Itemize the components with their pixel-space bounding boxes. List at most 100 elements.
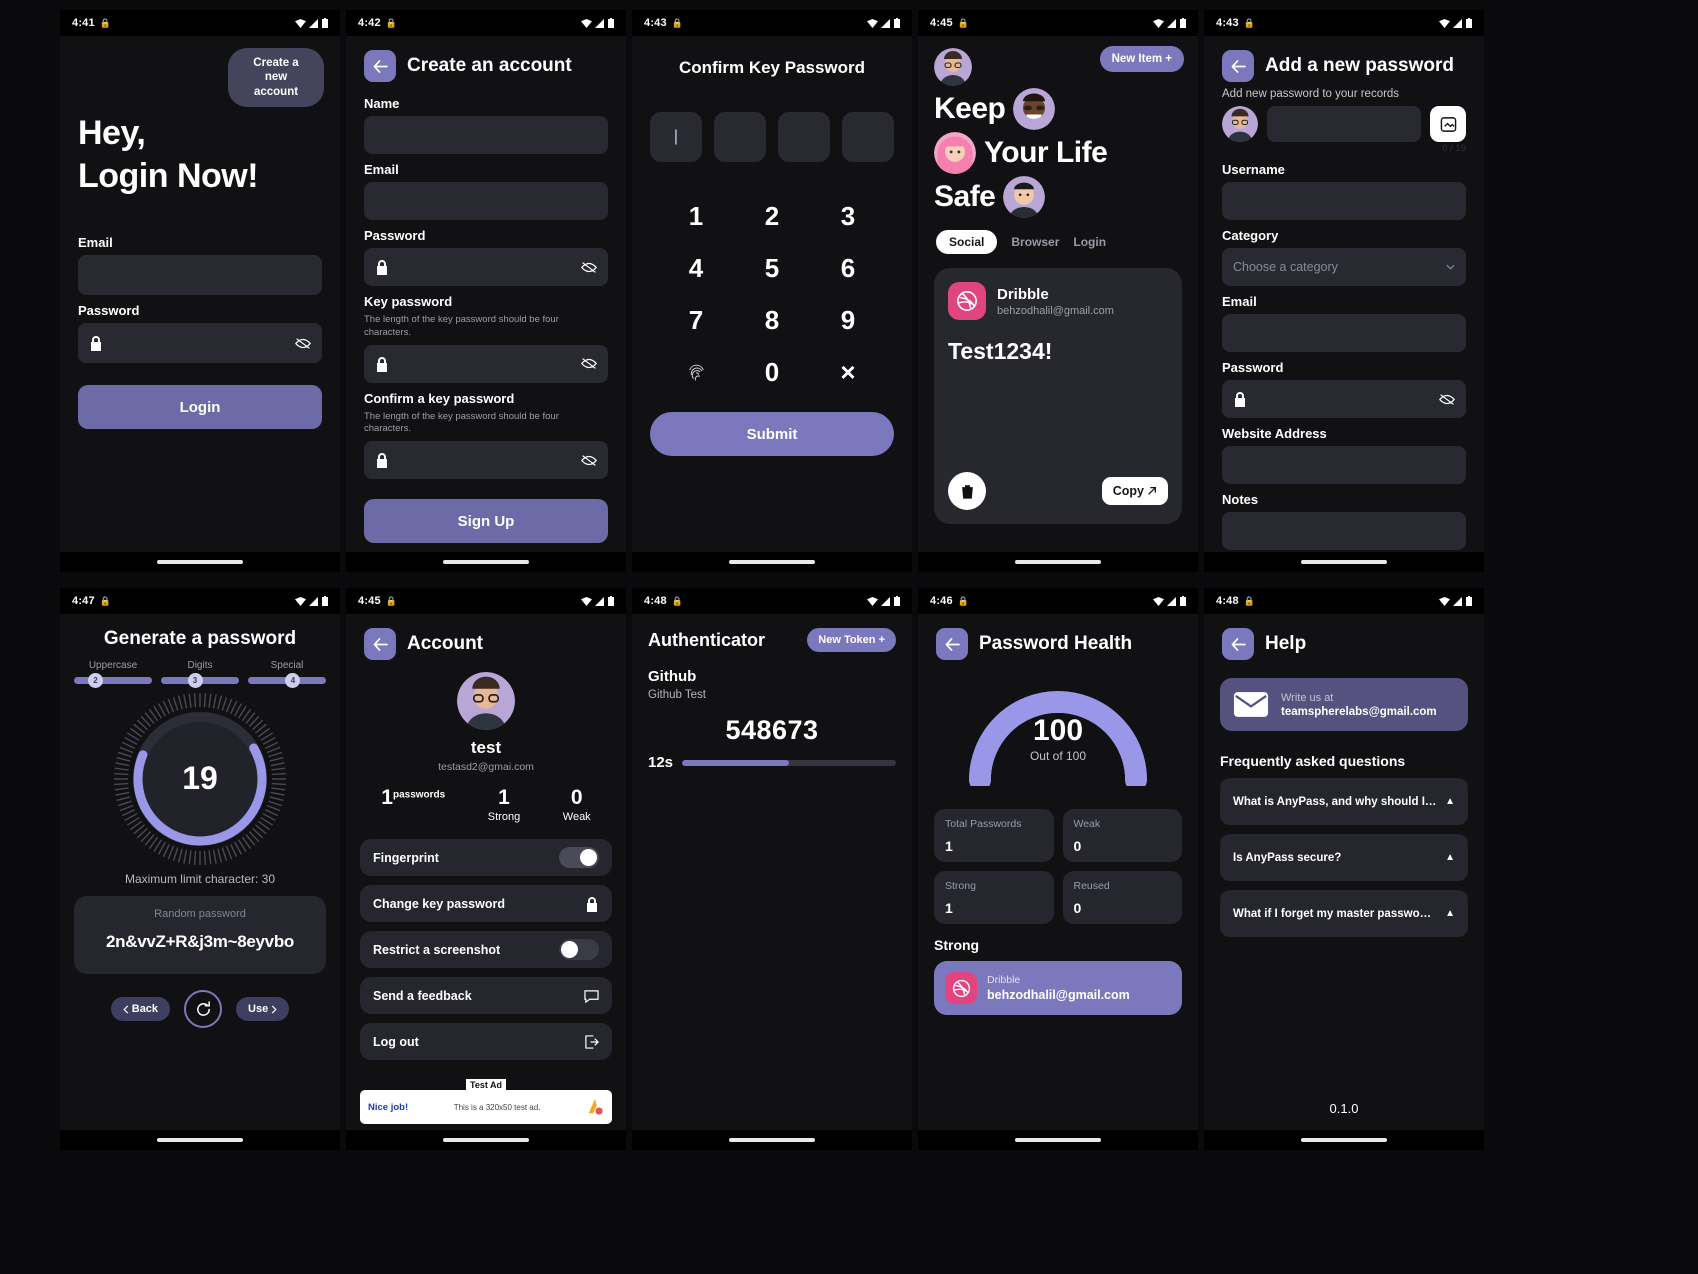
key-0[interactable]: 0 (734, 346, 810, 398)
otp-cell[interactable] (842, 112, 894, 162)
new-token-button[interactable]: New Token + (807, 628, 896, 652)
backspace-icon[interactable]: × (810, 346, 886, 398)
password-card[interactable]: Dribble behzodhalil@gmail.com Test1234! … (934, 268, 1182, 524)
eye-off-icon[interactable] (581, 454, 597, 467)
strong-entry-texts: Dribble behzodhalil@gmail.com (987, 974, 1130, 1002)
strong-entry-email: behzodhalil@gmail.com (987, 988, 1130, 1002)
back-button[interactable] (936, 628, 968, 660)
slider-digits[interactable]: Digits 3 (161, 660, 239, 688)
setting-fingerprint[interactable]: Fingerprint (360, 839, 612, 876)
email-label: Email (364, 162, 399, 177)
slider-knob[interactable]: 2 (88, 673, 104, 688)
key-9[interactable]: 9 (810, 294, 886, 346)
screen-help: 4:48 🔒 Help Write us at teamspherelabs@g… (1204, 588, 1484, 1150)
email-input[interactable] (1222, 314, 1466, 352)
chevron-up-icon[interactable]: ▲ (1445, 796, 1455, 807)
slider-uppercase[interactable]: Uppercase 2 (74, 660, 152, 688)
confirm-key-input[interactable] (364, 441, 608, 480)
message-icon (584, 989, 599, 1003)
copy-button[interactable]: Copy (1101, 477, 1168, 505)
new-item-button[interactable]: New Item + (1099, 46, 1184, 72)
use-button[interactable]: Use (236, 997, 290, 1021)
setting-send-feedback[interactable]: Send a feedback (360, 977, 612, 1014)
pick-icon-button[interactable] (1430, 106, 1466, 142)
screenshot-toggle[interactable] (559, 939, 599, 960)
tab-browser[interactable]: Browser (1011, 235, 1059, 249)
slider-knob[interactable]: 4 (285, 673, 301, 688)
back-button[interactable] (1222, 50, 1254, 82)
slider-track[interactable]: 4 (248, 673, 326, 688)
home-indicator (346, 1130, 626, 1150)
key-3[interactable]: 3 (810, 190, 886, 242)
notes-input[interactable] (1222, 512, 1466, 550)
slider-special[interactable]: Special 4 (248, 660, 326, 688)
password-input[interactable] (78, 323, 322, 363)
home-content: New Item + Keep Your Life Safe Social Br… (918, 36, 1198, 552)
otp-cell[interactable] (778, 112, 830, 162)
slider-track[interactable]: 2 (74, 673, 152, 688)
fingerprint-icon[interactable] (658, 346, 734, 398)
back-button[interactable] (364, 628, 396, 660)
avatar[interactable] (346, 672, 626, 730)
eye-off-icon[interactable] (295, 337, 311, 350)
setting-change-key-password[interactable]: Change key password (360, 885, 612, 922)
back-button[interactable] (1222, 628, 1254, 660)
chevron-up-icon[interactable]: ▲ (1445, 852, 1455, 863)
setting-restrict-screenshot[interactable]: Restrict a screenshot (360, 931, 612, 968)
avatar-icon (1222, 106, 1258, 142)
email-input[interactable] (78, 255, 322, 295)
name-input[interactable] (364, 116, 608, 154)
ad-banner[interactable]: Test Ad Nice job! This is a 320x50 test … (360, 1079, 612, 1124)
battery-icon (894, 596, 900, 606)
key-password-hint: The length of the key password should be… (364, 314, 559, 338)
strong-entry[interactable]: Dribble behzodhalil@gmail.com (934, 961, 1182, 1015)
key-7[interactable]: 7 (658, 294, 734, 346)
faq-item[interactable]: Is AnyPass secure? ▲ (1220, 834, 1468, 881)
key-2[interactable]: 2 (734, 190, 810, 242)
entry-name-input[interactable] (1267, 106, 1421, 142)
card-header: Dribble behzodhalil@gmail.com (948, 282, 1168, 320)
status-icons (295, 596, 328, 606)
wifi-icon (867, 596, 878, 606)
slider-track[interactable]: 3 (161, 673, 239, 688)
key-8[interactable]: 8 (734, 294, 810, 346)
tab-social[interactable]: Social (936, 230, 998, 254)
signup-button[interactable]: Sign Up (364, 499, 608, 544)
chevron-up-icon[interactable]: ▲ (1445, 908, 1455, 919)
key-5[interactable]: 5 (734, 242, 810, 294)
refresh-button[interactable] (184, 990, 223, 1028)
password-input[interactable] (364, 248, 608, 286)
delete-button[interactable] (948, 472, 986, 510)
website-input[interactable] (1222, 446, 1466, 484)
password-input[interactable] (1222, 380, 1466, 418)
username-input[interactable] (1222, 182, 1466, 220)
faq-item[interactable]: What is AnyPass, and why should I… ▲ (1220, 778, 1468, 825)
category-select[interactable]: Choose a category (1222, 248, 1466, 286)
key-1[interactable]: 1 (658, 190, 734, 242)
status-time: 4:47 (72, 595, 95, 607)
eye-off-icon[interactable] (581, 357, 597, 370)
contact-card[interactable]: Write us at teamspherelabs@gmail.com (1220, 678, 1468, 731)
submit-button[interactable]: Submit (650, 412, 894, 456)
keypad-content: Confirm Key Password | 1 2 3 4 5 6 7 8 9 (632, 36, 912, 552)
length-dial[interactable]: 19 (60, 690, 340, 868)
key-6[interactable]: 6 (810, 242, 886, 294)
eye-off-icon[interactable] (581, 261, 597, 274)
key-password-input[interactable] (364, 344, 608, 383)
login-button[interactable]: Login (78, 385, 322, 429)
fingerprint-toggle[interactable] (559, 847, 599, 868)
eye-off-icon[interactable] (1439, 393, 1455, 406)
setting-log-out[interactable]: Log out (360, 1023, 612, 1060)
back-button[interactable]: Back (110, 997, 171, 1021)
otp-cell[interactable]: | (650, 112, 702, 162)
slider-knob[interactable]: 3 (187, 673, 203, 688)
token-code[interactable]: 548673 (632, 715, 912, 746)
create-account-button[interactable]: Create a new account (228, 48, 324, 108)
key-4[interactable]: 4 (658, 242, 734, 294)
faq-item[interactable]: What if I forget my master passwo… ▲ (1220, 890, 1468, 937)
email-input[interactable] (364, 182, 608, 220)
back-button[interactable] (364, 50, 396, 82)
otp-cell[interactable] (714, 112, 766, 162)
tab-login[interactable]: Login (1073, 235, 1106, 249)
add-password-content: Add a new password Add new password to y… (1204, 36, 1484, 552)
